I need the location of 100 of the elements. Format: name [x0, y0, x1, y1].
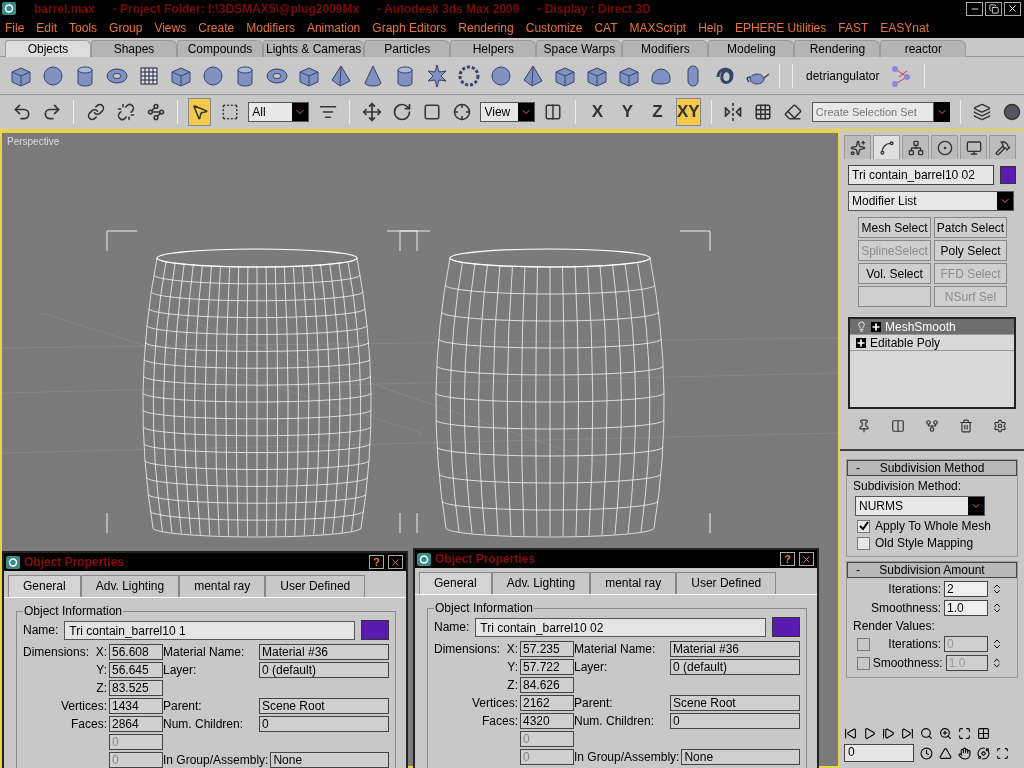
axis-constraint-button[interactable]: XY: [676, 98, 701, 126]
value-field: Scene Root: [259, 698, 389, 714]
shelf-label[interactable]: detriangulator: [806, 68, 880, 83]
menu-item[interactable]: Rendering: [458, 20, 514, 35]
shelf-tab[interactable]: Rendering: [794, 40, 881, 57]
axis-constraint-button[interactable]: Y: [615, 98, 639, 126]
frame-field[interactable]: 0: [844, 744, 914, 762]
link-icon: [86, 103, 105, 121]
modifier-button[interactable]: Poly Select: [934, 240, 1007, 261]
dialog-tab[interactable]: General: [419, 572, 492, 594]
shelf-tab[interactable]: Modeling: [708, 40, 795, 57]
pin-icon: [857, 419, 871, 433]
select-button[interactable]: [188, 98, 212, 126]
menu-item[interactable]: Edit: [36, 20, 58, 35]
spinner-field[interactable]: 1.0: [944, 600, 988, 616]
value-field: 84.626: [520, 677, 574, 693]
menu-item[interactable]: Views: [154, 20, 187, 35]
modifier-button[interactable]: Vol. Select: [858, 263, 931, 284]
modifier-button[interactable]: Mesh Select: [858, 217, 931, 238]
rollout-header[interactable]: - Subdivision Amount: [847, 562, 1017, 578]
menu-item[interactable]: Create: [198, 20, 235, 35]
subdivision-method-dropdown[interactable]: NURMS: [855, 496, 985, 516]
modifier-button[interactable]: Patch Select: [934, 217, 1007, 238]
selection-set-field[interactable]: Create Selection Set: [811, 102, 934, 122]
close-button[interactable]: [1004, 1, 1021, 16]
shelf-tab[interactable]: Modifiers: [622, 40, 709, 57]
shelf-tab[interactable]: Objects: [5, 40, 91, 57]
spinner-field[interactable]: 2: [944, 581, 988, 597]
command-panel-tab[interactable]: [902, 135, 929, 159]
spinner-arrows-icon: [991, 657, 1003, 669]
menu-item[interactable]: Help: [698, 20, 723, 35]
menu-item[interactable]: Group: [109, 20, 143, 35]
move-icon: [361, 102, 382, 122]
stack-item[interactable]: Editable Poly: [850, 335, 1014, 351]
checkbox[interactable]: [857, 536, 870, 550]
name-field[interactable]: Tri contain_barrel10 02: [475, 617, 766, 637]
shelf-tab[interactable]: Shapes: [91, 40, 177, 57]
selection-filter-dropdown[interactable]: All: [248, 102, 310, 122]
menu-item[interactable]: EASYnat: [880, 20, 929, 35]
menu-item[interactable]: FAST: [838, 20, 869, 35]
spinner-arrows-icon: [991, 638, 1003, 650]
shelf-tab[interactable]: Space Warps: [536, 40, 623, 57]
command-panel-tab[interactable]: [844, 135, 871, 159]
shelf-tab[interactable]: Lights & Cameras: [263, 40, 365, 57]
close-button[interactable]: [799, 552, 814, 566]
menu-item[interactable]: Animation: [306, 20, 361, 35]
object-color-swatch[interactable]: [772, 617, 800, 637]
checkbox[interactable]: [857, 519, 870, 533]
spinner-arrows-icon: [991, 602, 1003, 614]
dialog-tab[interactable]: mental ray: [179, 575, 266, 597]
dialog-tab[interactable]: User Defined: [265, 575, 366, 597]
axis-constraint-button[interactable]: X: [585, 98, 609, 126]
close-button[interactable]: [388, 555, 403, 569]
name-field[interactable]: Tri contain_barrel10 1: [64, 620, 355, 640]
stack-item-label: MeshSmooth: [885, 319, 956, 334]
group-title: Object Information: [23, 604, 124, 618]
menu-item[interactable]: MAXScript: [629, 20, 687, 35]
fork-icon: [925, 419, 939, 433]
menu-item[interactable]: Modifiers: [246, 20, 295, 35]
dialog-tab[interactable]: User Defined: [676, 572, 777, 594]
menu-item[interactable]: Customize: [525, 20, 583, 35]
dialog-tab[interactable]: Adv. Lighting: [491, 572, 591, 594]
plus-icon: [871, 321, 881, 332]
object-name-field[interactable]: Tri contain_barrel10 02: [848, 165, 994, 185]
shelf-tab[interactable]: Helpers: [450, 40, 537, 57]
axis-constraint-button[interactable]: Z: [645, 98, 669, 126]
object-color-swatch[interactable]: [1000, 166, 1016, 184]
minimize-button[interactable]: [966, 1, 983, 16]
command-panel-tab[interactable]: [931, 135, 958, 159]
reference-coord-dropdown[interactable]: View: [480, 102, 535, 122]
square-icon: [422, 103, 441, 121]
help-button[interactable]: ?: [780, 552, 795, 566]
modifier-list-dropdown[interactable]: Modifier List: [848, 191, 1014, 211]
rollout-header[interactable]: - Subdivision Method: [847, 460, 1017, 476]
dialog-tab[interactable]: General: [8, 575, 81, 597]
menu-item[interactable]: File: [5, 20, 25, 35]
zoom-icon: [939, 727, 952, 740]
step-forward-icon: [882, 727, 895, 740]
plus-icon: [856, 337, 866, 348]
axis-label: X:: [505, 642, 519, 656]
stack-item[interactable]: MeshSmooth: [850, 319, 1014, 335]
shelf-tab[interactable]: Compounds: [177, 40, 263, 57]
object-color-swatch[interactable]: [361, 620, 389, 640]
command-panel-tab[interactable]: [960, 135, 987, 159]
menu-item[interactable]: CAT: [594, 20, 618, 35]
shelf-tab[interactable]: Particles: [364, 40, 451, 57]
dialog-tab[interactable]: mental ray: [590, 572, 677, 594]
shelf-tab[interactable]: reactor: [880, 40, 967, 57]
menu-item[interactable]: Tools: [69, 20, 98, 35]
command-panel-tab[interactable]: [873, 135, 900, 159]
menu-item[interactable]: Graph Editors: [372, 20, 447, 35]
axis-label: X:: [94, 645, 108, 659]
help-button[interactable]: ?: [369, 555, 384, 569]
pointer-icon: [190, 103, 209, 121]
command-panel-tab[interactable]: [989, 135, 1016, 159]
dialog-tab[interactable]: Adv. Lighting: [80, 575, 180, 597]
menu-item[interactable]: EPHERE Utilities: [734, 20, 827, 35]
search-icon: [920, 727, 933, 740]
restore-button[interactable]: [985, 1, 1002, 16]
field-label: Faces:: [481, 714, 519, 728]
